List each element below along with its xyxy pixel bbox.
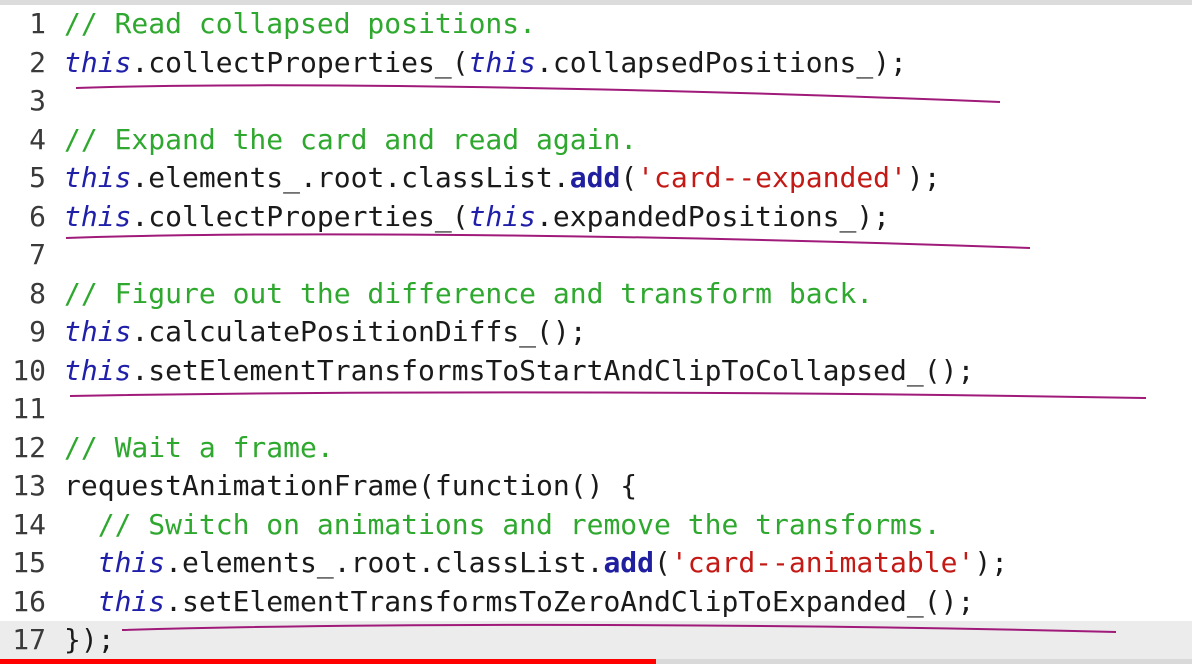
code-line-6[interactable]: 6 this.collectProperties_(this.expandedPo…: [0, 198, 890, 236]
code-token-comment: // Figure out the difference and transfo…: [64, 276, 874, 310]
code-line-13[interactable]: 13 requestAnimationFrame(function() {: [0, 467, 637, 505]
code-token-kw: this: [64, 353, 132, 387]
code-token-kw: this: [64, 315, 132, 348]
line-number: 9: [29, 315, 46, 348]
underline-line-2: [75, 84, 1001, 103]
underline-line-10: [69, 391, 1147, 399]
code-editor[interactable]: 1// Read collapsed positions. 2 this.colle…: [0, 0, 1192, 664]
code-token-plain: );: [974, 546, 1009, 579]
code-line-10[interactable]: 10 this.setElementTransformsToStartAndCli…: [0, 352, 974, 390]
code-token-plain: );: [906, 161, 941, 194]
line-number: 6: [29, 199, 46, 233]
code-token-kw: this: [468, 45, 537, 79]
code-line-8[interactable]: 8 // Figure out the difference and transf…: [0, 275, 873, 313]
code-line-2[interactable]: 2 this.collectProperties_(this.collapsedP…: [0, 44, 907, 82]
line-number: 13: [12, 469, 46, 502]
code-token-comment: // Switch on animations and remove the t…: [97, 507, 941, 541]
line-number: 17: [12, 623, 46, 656]
code-line-11[interactable]: 11: [0, 390, 64, 428]
code-token-fn: add: [603, 546, 655, 579]
code-token-kw: this: [97, 546, 166, 579]
code-token-str: 'card--expanded': [637, 161, 907, 194]
code-line-12[interactable]: 12 // Wait a frame.: [0, 429, 334, 467]
code-token-kw: this: [64, 199, 132, 233]
video-progress-bar[interactable]: [0, 659, 1192, 664]
code-line-4[interactable]: 4 // Expand the card and read again.: [0, 121, 637, 159]
code-line-7[interactable]: 7: [0, 236, 64, 274]
code-token-fn: add: [569, 161, 621, 194]
code-token-kw: this: [64, 161, 132, 194]
code-token-plain: (: [620, 161, 638, 194]
line-number: 7: [29, 238, 46, 271]
code-token-str: 'card--animatable': [670, 546, 975, 579]
code-token-kw: this: [468, 199, 537, 233]
code-token-comment: // Expand the card and read again.: [64, 122, 638, 156]
code-token-plain: .setElementTransformsToZeroAndClipToExpa…: [165, 584, 975, 618]
code-line-1[interactable]: 1 // Read collapsed positions.: [0, 5, 536, 43]
video-progress-fill: [0, 659, 656, 664]
line-number: 5: [29, 161, 46, 194]
code-line-14[interactable]: 14 // Switch on animations and remove th…: [0, 506, 941, 544]
line-number: 8: [29, 276, 46, 310]
line-number: 10: [12, 353, 46, 387]
code-token-plain: requestAnimationFrame(function() {: [64, 469, 638, 502]
code-token-plain: .elements_.root.classList.: [131, 161, 570, 194]
line-number: 15: [12, 546, 46, 579]
code-token-plain: .expandedPositions_);: [536, 199, 891, 233]
code-token-plain: .calculatePositionDiffs_();: [131, 315, 587, 348]
line-number: 14: [12, 507, 46, 541]
code-line-15[interactable]: 15 this.elements_.root.classList.add('ca…: [0, 544, 1008, 582]
code-token-plain: .elements_.root.classList.: [165, 546, 604, 579]
code-token-kw: this: [64, 45, 132, 79]
code-line-5[interactable]: 5 this.elements_.root.classList.add('card…: [0, 159, 941, 197]
code-token-plain: });: [64, 623, 115, 656]
code-line-3[interactable]: 3: [0, 82, 64, 120]
code-token-comment: // Read collapsed positions.: [64, 7, 537, 40]
code-line-17[interactable]: 17});: [0, 621, 1192, 659]
code-line-16[interactable]: 16 this.setElementTransformsToZeroAndCli…: [0, 583, 974, 621]
underline-line-6: [65, 233, 1031, 249]
line-number: 12: [12, 430, 46, 464]
code-token-kw: this: [97, 584, 166, 618]
code-token-plain: .collectProperties_(: [131, 45, 469, 79]
code-line-9[interactable]: 9 this.calculatePositionDiffs_();: [0, 313, 587, 351]
line-number: 1: [29, 7, 46, 40]
line-number: 4: [29, 122, 46, 156]
code-token-plain: .setElementTransformsToStartAndClipToCol…: [131, 353, 975, 387]
line-number: 16: [12, 584, 46, 618]
code-token-comment: // Wait a frame.: [64, 430, 334, 464]
code-token-plain: .collectProperties_(: [131, 199, 469, 233]
line-number: 3: [29, 84, 46, 117]
code-token-plain: .collapsedPositions_);: [536, 45, 907, 79]
line-number: 2: [29, 45, 46, 79]
line-number: 11: [12, 392, 46, 425]
code-token-plain: (: [654, 546, 671, 579]
